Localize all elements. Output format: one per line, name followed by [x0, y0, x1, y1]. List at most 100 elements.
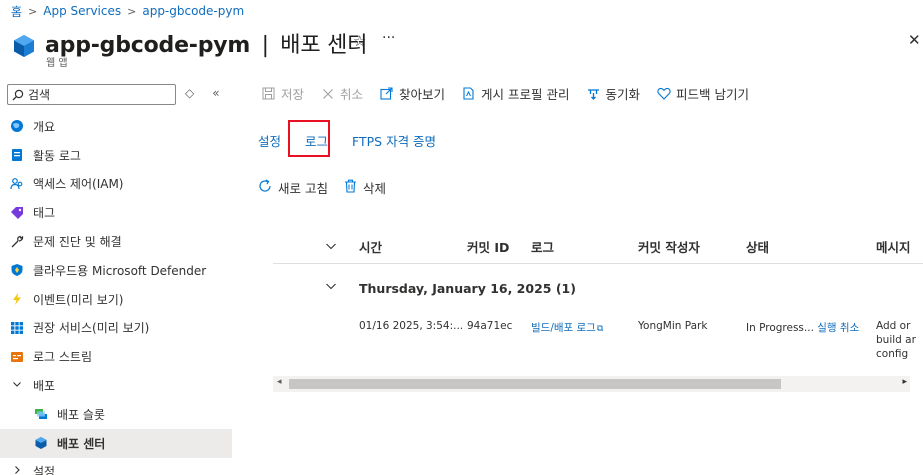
nav-label: 활동 로그 — [33, 148, 81, 163]
group-label: Thursday, January 16, 2025 (1) — [359, 281, 576, 296]
breadcrumb-app[interactable]: app-gbcode-pym — [142, 4, 244, 18]
sync-button[interactable]: 동기화 — [586, 84, 641, 103]
nav-label: 설정 — [33, 465, 56, 475]
highlight-box — [288, 120, 330, 157]
refresh-button[interactable]: 새로 고침 — [258, 178, 328, 197]
nav-group-settings[interactable]: 설정 — [0, 458, 232, 475]
nav-item-tags[interactable]: 태그 — [0, 198, 232, 227]
column-header-status[interactable]: 상태 — [746, 237, 769, 256]
cell-time: 01/16 2025, 3:54:... — [359, 320, 464, 332]
collapse-all-icon[interactable] — [325, 240, 337, 255]
close-icon[interactable]: ✕ — [908, 31, 921, 49]
breadcrumb: 홈 > App Services > app-gbcode-pym — [11, 3, 244, 19]
heart-icon — [656, 87, 671, 100]
nav-item-activity-log[interactable]: 활동 로그 — [0, 141, 232, 170]
page-title: app-gbcode-pym | 배포 센터 — [45, 27, 367, 59]
browse-button[interactable]: 찾아보기 — [379, 84, 445, 103]
status-text: In Progress... — [746, 322, 814, 334]
nav-item-deployment-center[interactable]: 배포 센터 — [0, 428, 232, 458]
cell-commit-id: 94a71ec — [467, 320, 513, 332]
group-chevron-down-icon[interactable] — [325, 280, 337, 295]
more-options-icon[interactable]: ··· — [382, 30, 395, 46]
command-bar: 저장 취소 찾아보기 게시 프로필 관리 동기화 피드백 남기기 — [261, 84, 749, 103]
tag-icon — [10, 206, 24, 220]
manage-profile-label: 게시 프로필 관리 — [481, 87, 570, 102]
globe-icon — [10, 119, 24, 133]
resource-name: app-gbcode-pym — [45, 33, 251, 58]
cell-status: In Progress... 실행 취소 — [746, 320, 859, 335]
column-header-message[interactable]: 메시지 — [876, 237, 911, 256]
people-icon — [10, 177, 24, 191]
publish-profile-icon — [461, 87, 476, 100]
nav-item-iam[interactable]: 액세스 제어(IAM) — [0, 170, 232, 199]
scroll-right-arrow-icon[interactable]: ▸ — [902, 377, 907, 387]
open-in-new-icon: ⧉ — [596, 324, 604, 334]
nav-item-recommended-services[interactable]: 권장 서비스(미리 보기) — [0, 314, 232, 343]
grid-icon — [10, 321, 24, 335]
group-row[interactable]: Thursday, January 16, 2025 (1) — [273, 264, 923, 312]
log-stream-icon — [10, 350, 24, 364]
resource-type: 웹 앱 — [46, 58, 68, 69]
nav-label: 배포 — [33, 379, 56, 394]
nav-item-overview[interactable]: 개요 — [0, 112, 232, 141]
nav-item-diagnose[interactable]: 문제 진단 및 해결 — [0, 227, 232, 256]
scrollbar-thumb[interactable] — [289, 379, 781, 389]
nav-item-deployment-slots[interactable]: 배포 슬롯 — [0, 400, 232, 429]
build-deploy-logs-link[interactable]: 빌드/배포 로그⧉ — [531, 320, 603, 335]
resource-menu: 개요 활동 로그 액세스 제어(IAM) 태그 문제 진단 및 해결 클라우드용… — [0, 112, 232, 475]
table-row[interactable]: 01/16 2025, 3:54:... 94a71ec 빌드/배포 로그⧉ Y… — [273, 312, 923, 360]
activity-log-icon — [10, 148, 24, 162]
column-header-commit-id[interactable]: 커밋 ID — [467, 237, 509, 256]
message-line: Add or — [876, 320, 911, 332]
nav-label: 이벤트(미리 보기) — [33, 292, 124, 307]
scroll-left-arrow-icon[interactable]: ◂ — [277, 377, 282, 387]
app-service-icon — [14, 35, 34, 57]
nav-label: 권장 서비스(미리 보기) — [33, 321, 150, 336]
tab-ftps-credentials[interactable]: FTPS 자격 증명 — [352, 129, 436, 152]
nav-label: 액세스 제어(IAM) — [33, 177, 124, 192]
save-button[interactable]: 저장 — [261, 84, 304, 103]
column-header-author[interactable]: 커밋 작성자 — [638, 237, 700, 256]
nav-label: 클라우드용 Microsoft Defender — [33, 263, 207, 278]
save-label: 저장 — [281, 87, 305, 102]
log-actions: 새로 고침 삭제 — [258, 178, 386, 197]
breadcrumb-separator: > — [28, 4, 38, 18]
search-placeholder: 검색 — [28, 88, 51, 102]
search-input[interactable]: 검색 — [7, 84, 176, 105]
nav-label: 개요 — [33, 119, 56, 134]
breadcrumb-app-services[interactable]: App Services — [43, 4, 121, 18]
browse-label: 찾아보기 — [399, 87, 446, 102]
message-line: config — [876, 348, 909, 360]
discard-button[interactable]: 취소 — [320, 84, 363, 103]
trash-icon — [344, 179, 357, 197]
feedback-button[interactable]: 피드백 남기기 — [656, 84, 749, 103]
nav-item-log-stream[interactable]: 로그 스트림 — [0, 342, 232, 371]
tab-settings[interactable]: 설정 — [258, 129, 281, 152]
open-external-icon — [379, 87, 394, 100]
deployment-slots-icon — [34, 407, 48, 421]
nav-item-events[interactable]: 이벤트(미리 보기) — [0, 285, 232, 314]
shield-icon — [10, 263, 24, 277]
save-icon — [261, 87, 276, 100]
wrench-icon — [10, 235, 24, 249]
horizontal-scrollbar[interactable]: ◂ ▸ — [273, 376, 910, 392]
nav-item-defender[interactable]: 클라우드용 Microsoft Defender — [0, 256, 232, 285]
nav-group-deployment[interactable]: 배포 — [0, 371, 232, 400]
nav-label: 문제 진단 및 해결 — [33, 235, 122, 250]
collapse-menu-icon[interactable]: « — [212, 86, 219, 100]
favorite-star-icon[interactable]: ☆ — [353, 32, 366, 50]
deployment-logs-grid: 시간 커밋 ID 로그 커밋 작성자 상태 메시지 Thursday, Janu… — [273, 230, 923, 360]
tab-list: 설정 로그 FTPS 자격 증명 — [258, 129, 436, 157]
nav-label: 배포 슬롯 — [57, 407, 105, 422]
chevron-right-icon — [10, 465, 24, 475]
delete-button[interactable]: 삭제 — [344, 178, 386, 197]
cancel-run-link[interactable]: 실행 취소 — [817, 322, 859, 334]
column-header-time[interactable]: 시간 — [359, 237, 382, 256]
sync-label: 동기화 — [605, 87, 641, 102]
search-icon — [12, 89, 24, 100]
manage-publish-profile-button[interactable]: 게시 프로필 관리 — [461, 84, 570, 103]
column-header-logs[interactable]: 로그 — [531, 237, 554, 256]
title-divider: | — [261, 33, 269, 58]
expand-collapse-icon[interactable]: ◇ — [185, 86, 194, 100]
breadcrumb-home[interactable]: 홈 — [11, 3, 22, 20]
